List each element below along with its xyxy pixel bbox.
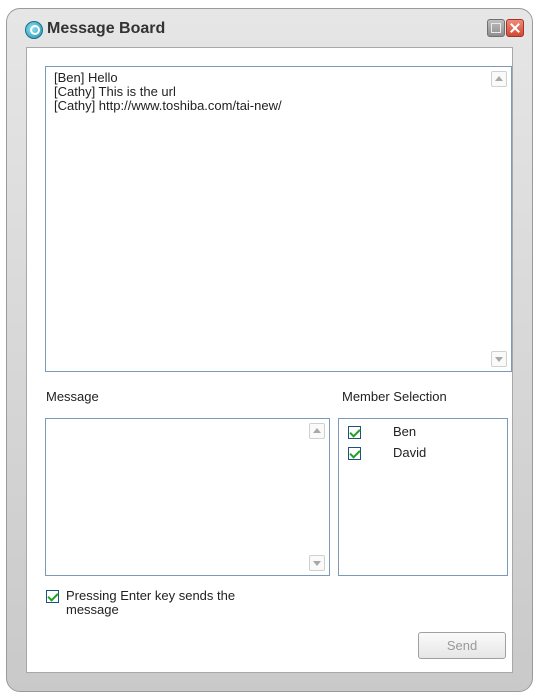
member-name: Ben: [393, 424, 417, 439]
scroll-down-arrow-icon[interactable]: [491, 351, 507, 367]
member-selection-label: Member Selection: [342, 389, 447, 404]
scroll-up-arrow-icon[interactable]: [491, 71, 507, 87]
member-name: David: [393, 445, 427, 460]
scroll-down-arrow-icon[interactable]: [309, 555, 325, 571]
history-line: [Ben] Hello: [54, 70, 118, 85]
message-history-list: [Ben] Hello [Cathy] This is the url [Cat…: [54, 71, 282, 113]
scroll-up-arrow-icon[interactable]: [309, 423, 325, 439]
send-button[interactable]: Send: [418, 632, 506, 659]
message-scrollbar[interactable]: [309, 423, 325, 571]
history-scrollbar[interactable]: [491, 71, 507, 367]
window-title: Message Board: [47, 20, 166, 37]
close-button[interactable]: [506, 19, 524, 37]
title-bar[interactable]: Message Board: [7, 9, 532, 47]
enter-sends-checkbox[interactable]: [46, 590, 59, 603]
app-logo-icon: [25, 21, 43, 39]
minimize-button[interactable]: [487, 19, 505, 37]
message-input[interactable]: [50, 423, 300, 569]
history-line[interactable]: [Cathy] http://www.toshiba.com/tai-new/: [54, 99, 282, 113]
enter-sends-label: Pressing Enter key sends the message: [66, 588, 236, 617]
enter-sends-option[interactable]: Pressing Enter key sends the message: [46, 588, 306, 622]
message-input-box[interactable]: [45, 418, 330, 576]
message-label: Message: [46, 389, 99, 404]
member-selection-list: Ben David: [338, 418, 508, 576]
message-history-box[interactable]: [Ben] Hello [Cathy] This is the url [Cat…: [45, 66, 512, 372]
history-line: [Cathy] This is the url: [54, 84, 176, 99]
member-ben-checkbox[interactable]: [348, 426, 361, 439]
member-david-checkbox[interactable]: [348, 447, 361, 460]
